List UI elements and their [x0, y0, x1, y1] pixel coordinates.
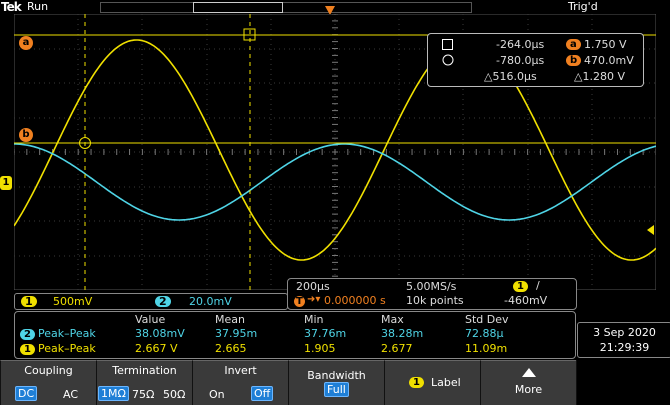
meas-row2-std: 11.09m	[465, 342, 508, 355]
brand-logo: Tek	[1, 0, 22, 14]
timebase: 200µs	[296, 280, 330, 293]
col-header-stddev: Std Dev	[465, 313, 509, 326]
record-overview-bar	[100, 2, 472, 13]
coupling-dc-option[interactable]: DC	[15, 386, 38, 401]
ch2-scale[interactable]: 20.0mV	[189, 295, 232, 308]
time: 21:29:39	[599, 341, 650, 354]
trigger-status: Trig'd	[568, 0, 598, 13]
trigger-delay-arrow-icon: ➜▾	[307, 294, 321, 305]
trigger-position-badge: T	[294, 296, 305, 307]
meas-row2-name: Peak–Peak	[38, 342, 96, 355]
termination-75ohm-option[interactable]: 75Ω	[132, 388, 154, 401]
acquisition-status: Run	[27, 0, 49, 13]
menu-spacer	[576, 360, 670, 405]
channel-scale-bar: 1 500mV 2 20.0mV	[14, 293, 288, 310]
trigger-source-badge: 1	[513, 281, 528, 292]
bandwidth-menu[interactable]: Bandwidth Full	[288, 360, 384, 405]
bottom-menu: Coupling DC AC Termination 1MΩ 75Ω 50Ω I…	[0, 360, 670, 405]
date: 3 Sep 2020	[593, 326, 656, 339]
termination-menu[interactable]: Termination 1MΩ 75Ω 50Ω	[96, 360, 192, 405]
meas-row2-max: 2.677	[381, 342, 413, 355]
meas-row1-value: 38.08mV	[135, 327, 185, 340]
invert-menu[interactable]: Invert On Off	[192, 360, 288, 405]
cursor-1-time: -264.0µs	[496, 38, 545, 51]
col-header-max: Max	[381, 313, 404, 326]
delta-time: △516.0µs	[484, 70, 537, 83]
col-header-min: Min	[304, 313, 324, 326]
delta-voltage: △1.280 V	[574, 70, 625, 83]
cursor-a-voltage: 1.750 V	[584, 38, 627, 51]
datetime-display: 3 Sep 2020 21:29:39	[577, 322, 670, 358]
meas-row2-min: 1.905	[304, 342, 336, 355]
record-length: 10k points	[406, 294, 464, 307]
ch1-badge[interactable]: 1	[21, 296, 37, 307]
record-view-window[interactable]	[193, 2, 283, 13]
meas-row2-value: 2.667 V	[135, 342, 178, 355]
meas-row1-mean: 37.95m	[215, 327, 258, 340]
cursor-a-badge: a	[566, 39, 581, 50]
meas-row2-mean: 2.665	[215, 342, 247, 355]
meas-row2-channel: 1	[20, 344, 35, 355]
ch1-ground-marker[interactable]: 1	[0, 176, 12, 190]
meas-row1-min: 37.76m	[304, 327, 347, 340]
circle-cursor-icon	[442, 54, 454, 66]
chevron-up-icon	[522, 368, 536, 377]
sample-rate: 5.00MS/s	[406, 280, 457, 293]
cursor-b-marker[interactable]: b	[19, 128, 33, 142]
coupling-title: Coupling	[24, 364, 73, 377]
cursor-b-voltage: 470.0mV	[584, 54, 634, 67]
col-header-mean: Mean	[215, 313, 245, 326]
coupling-ac-option[interactable]: AC	[63, 388, 78, 401]
ch1-scale[interactable]: 500mV	[53, 295, 92, 308]
square-cursor-icon	[442, 39, 453, 50]
cursor-readout[interactable]: -264.0µs a 1.750 V -780.0µs b 470.0mV △5…	[427, 33, 644, 87]
horizontal-trigger-readout[interactable]: 200µs 5.00MS/s 1 / T ➜▾ 0.000000 s 10k p…	[287, 278, 577, 310]
col-header-value: Value	[135, 313, 166, 326]
label-title: Label	[431, 376, 461, 389]
cursor-2-time: -780.0µs	[496, 54, 545, 67]
cursor-b-badge: b	[566, 55, 582, 66]
label-ch-badge: 1	[409, 377, 424, 388]
invert-title: Invert	[224, 364, 257, 377]
cursor-a-marker[interactable]: a	[19, 36, 33, 50]
meas-row1-channel: 2	[20, 329, 35, 340]
trigger-slope: /	[536, 279, 540, 292]
termination-title: Termination	[112, 364, 177, 377]
meas-row1-name: Peak–Peak	[38, 327, 96, 340]
termination-1mohm-option[interactable]: 1MΩ	[98, 386, 129, 401]
coupling-menu[interactable]: Coupling DC AC	[0, 360, 96, 405]
meas-row1-std: 72.88µ	[465, 327, 504, 340]
label-menu[interactable]: 1 Label	[384, 360, 480, 405]
bandwidth-value[interactable]: Full	[324, 382, 349, 397]
bandwidth-title: Bandwidth	[307, 369, 366, 382]
invert-on-option[interactable]: On	[209, 388, 225, 401]
termination-50ohm-option[interactable]: 50Ω	[163, 388, 185, 401]
measurements-table[interactable]: Value Mean Min Max Std Dev 2 Peak–Peak 3…	[14, 311, 576, 359]
ch2-badge[interactable]: 2	[155, 296, 171, 307]
invert-off-option[interactable]: Off	[251, 386, 274, 401]
meas-row1-max: 38.28m	[381, 327, 424, 340]
trigger-position: 0.000000 s	[324, 294, 386, 307]
more-title: More	[514, 383, 543, 396]
trigger-level: -460mV	[504, 294, 548, 307]
more-menu[interactable]: More	[480, 360, 576, 405]
